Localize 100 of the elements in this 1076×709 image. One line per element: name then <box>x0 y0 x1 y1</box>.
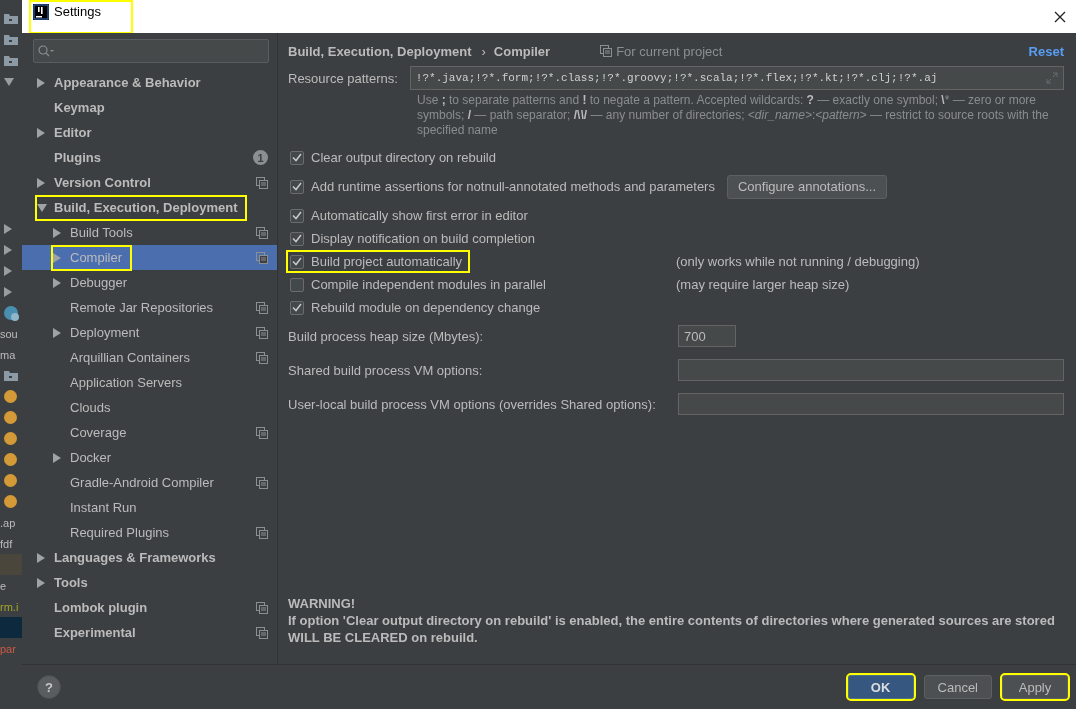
help-text: Use ; to separate patterns and ! to negate a pattern. Accepted wildcards: ? — exactly one symbol; \* — zero or more symbols; / — path separator; /\\/ — any number of directories; <dir_name>:<pattern> — restrict to source roots with the specified name <box>417 93 1050 138</box>
tree-item[interactable]: Instant Run <box>53 496 145 519</box>
checkbox[interactable] <box>290 179 304 194</box>
checkbox[interactable] <box>290 208 304 223</box>
checkbox-label: Clear output directory on rebuild <box>311 150 496 165</box>
tree-item-label: Keymap <box>54 100 105 115</box>
input-field[interactable]: !?*.java;!?*.form;!?*.class;!?*.groovy;!?*.scala;!?*.flex;!?*.kt;!?*.clj;!?*.aj <box>409 66 1064 90</box>
checkbox[interactable] <box>290 150 304 165</box>
tree-item-label: Plugins <box>54 150 101 165</box>
tree-item[interactable]: Appearance & Behavior <box>37 71 209 94</box>
tree-item[interactable]: Application Servers <box>53 371 190 394</box>
field-label: User-local build process VM options (overrides Shared options): <box>288 396 657 412</box>
tree-item-label: Arquillian Containers <box>70 350 190 365</box>
tree-item-label: Remote Jar Repositories <box>70 300 214 315</box>
arrow-down-icon <box>4 77 14 86</box>
tree-item-label: Clouds <box>70 400 111 415</box>
arrow-right-icon <box>4 265 12 276</box>
checkmark-icon <box>292 234 302 243</box>
checkmark-icon <box>292 257 302 266</box>
code-fragment: fdf <box>0 537 13 550</box>
circle-icon <box>4 432 17 445</box>
tree-item-label: Debugger <box>70 275 128 290</box>
checkbox-label: Compile independent modules in parallel <box>311 277 546 292</box>
tree-item[interactable]: Required Plugins <box>53 521 177 544</box>
checkmark-icon <box>292 211 302 220</box>
tree-item-label: Gradle-Android Compiler <box>70 475 214 490</box>
tree-item-label: Appearance & Behavior <box>54 75 201 90</box>
tree-item[interactable]: Gradle-Android Compiler <box>53 471 222 494</box>
tree-item[interactable]: Experimental <box>37 621 144 644</box>
close-icon[interactable] <box>1054 10 1066 23</box>
apply-button[interactable]: Apply <box>1002 675 1068 699</box>
count-badge: 1 <box>253 150 268 165</box>
circle-icon <box>4 390 17 403</box>
tree-item[interactable]: Editor <box>37 121 100 144</box>
breadcrumb-item[interactable]: Build, Execution, Deployment <box>288 43 472 59</box>
code-fragment: e <box>0 579 7 592</box>
tree-item-label: Coverage <box>70 425 127 440</box>
folder-icon <box>4 55 18 66</box>
tree-item-label: Version Control <box>54 175 151 190</box>
tree-item-label: Required Plugins <box>70 525 169 540</box>
checkbox-label: Display notification on build completion <box>311 231 535 246</box>
tree-item[interactable]: Arquillian Containers <box>53 346 198 369</box>
tree-item-label: Build, Execution, Deployment <box>54 200 238 215</box>
tree-item[interactable]: Tools <box>37 571 96 594</box>
checkbox[interactable] <box>290 231 304 246</box>
code-fragment: par <box>0 642 16 655</box>
reset-link[interactable]: Reset <box>1028 43 1064 59</box>
tree-item[interactable]: Clouds <box>53 396 119 419</box>
checkbox[interactable] <box>290 254 304 269</box>
folder-icon <box>4 34 18 45</box>
tree-item[interactable]: Lombok plugin <box>37 596 156 619</box>
cancel-button[interactable]: Cancel <box>923 675 992 699</box>
tree-item[interactable]: Deployment <box>53 321 148 344</box>
input-field[interactable]: 700 <box>678 325 736 347</box>
help-button[interactable]: ? <box>37 675 61 699</box>
checkbox-label: Rebuild module on dependency change <box>311 300 541 315</box>
checkbox[interactable] <box>290 277 304 292</box>
arrow-right-icon <box>4 286 12 297</box>
arrow-right-icon <box>4 244 12 255</box>
circle-icon <box>4 474 17 487</box>
expand-icon <box>1046 72 1058 84</box>
search-field[interactable] <box>33 39 269 63</box>
warning-title: WARNING! <box>288 595 357 612</box>
circle-icon <box>4 495 17 508</box>
tree-item[interactable]: Debugger <box>53 271 136 294</box>
tree-item-label: Experimental <box>54 625 136 640</box>
circle-icon <box>4 453 17 466</box>
tree-item-label: Docker <box>70 450 112 465</box>
checkbox-label: Build project automatically <box>311 254 463 269</box>
tree-item[interactable]: Plugins <box>37 146 109 169</box>
configure-button[interactable]: Configure annotations... <box>726 174 887 199</box>
tree-item[interactable]: Remote Jar Repositories <box>53 296 222 319</box>
checkbox[interactable] <box>290 300 304 315</box>
warning-text: If option 'Clear output directory on rebuild' is enabled, the entire contents of directories where generated sources are stored WILL BE CLEARED on rebuild. <box>288 612 1056 646</box>
app-logo-icon <box>33 3 49 20</box>
copy-icon <box>600 45 613 57</box>
tree-item[interactable]: Docker <box>53 446 120 469</box>
hint-text: (only works while not running / debugging) <box>676 254 921 269</box>
folder-icon <box>4 370 18 381</box>
tree-item[interactable]: Keymap <box>37 96 113 119</box>
tree-item[interactable]: Build Tools <box>53 221 141 244</box>
tree-item[interactable]: Build, Execution, Deployment <box>37 196 246 219</box>
input-field[interactable] <box>678 359 1064 381</box>
code-fragment: .ap <box>0 516 16 529</box>
field-label: Build process heap size (Mbytes): <box>288 328 485 344</box>
code-fragment: ma <box>0 348 16 361</box>
circle-icon <box>4 411 17 424</box>
checkmark-icon <box>292 303 302 312</box>
window-title: Settings <box>54 4 101 19</box>
input-field[interactable] <box>678 393 1064 415</box>
checkbox-label: Automatically show first error in editor <box>311 208 528 223</box>
code-fragment: sou <box>0 327 18 340</box>
ok-button[interactable]: OK <box>847 675 914 699</box>
scope-label: For current project <box>616 43 723 59</box>
tree-item[interactable]: Version Control <box>37 171 159 194</box>
tree-item[interactable]: Coverage <box>53 421 135 444</box>
checkmark-icon <box>292 153 302 162</box>
tree-item[interactable]: Languages & Frameworks <box>37 546 224 569</box>
tree-item-label: Tools <box>54 575 88 590</box>
tree-item-label: Instant Run <box>70 500 137 515</box>
